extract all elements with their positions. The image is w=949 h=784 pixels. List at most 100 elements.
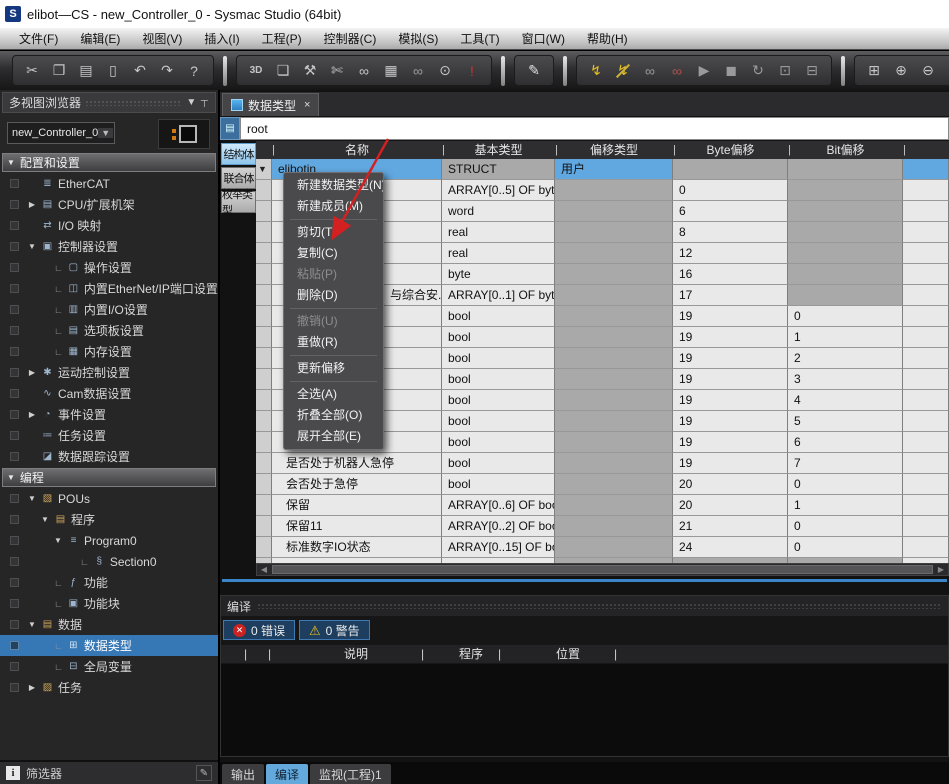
horizontal-scrollbar[interactable]: ◀ ▶ (256, 563, 949, 576)
sidebar-item[interactable]: ∟◫内置EtherNet/IP端口设置 (0, 278, 218, 299)
sidebar-item[interactable]: ∟ƒ功能 (0, 572, 218, 593)
zoom-100-icon[interactable]: ◉ (943, 59, 949, 83)
cell-offset-type[interactable] (555, 243, 673, 264)
sidebar-item[interactable]: ≔任务设置 (0, 425, 218, 446)
bottom-tab-输出[interactable]: 输出 (222, 764, 264, 784)
menu-item-3[interactable]: 插入(I) (193, 28, 250, 49)
row-expander-icon[interactable]: ▼ (256, 159, 272, 180)
cell-base-type[interactable]: word (442, 201, 555, 222)
cell-offset-type[interactable] (555, 348, 673, 369)
tree-item-checkbox[interactable] (10, 620, 19, 629)
tree-expander-icon[interactable]: ▼ (27, 620, 37, 629)
cell-bit-offset[interactable]: 1 (788, 495, 903, 516)
context-menu-item[interactable]: 剪切(T) (284, 222, 383, 243)
tree-item-checkbox[interactable] (10, 263, 19, 272)
3d-view-icon[interactable]: 3D (244, 59, 268, 83)
variable-manager-icon[interactable]: ✄ (325, 59, 349, 83)
context-menu-item[interactable]: 展开全部(E) (284, 426, 383, 447)
menu-item-0[interactable]: 文件(F) (8, 28, 69, 49)
cell-byte-offset[interactable]: 20 (673, 474, 788, 495)
tree-section-header[interactable]: ▼编程 (2, 468, 216, 487)
sidebar-item[interactable]: ≣EtherCAT (0, 173, 218, 194)
column-header-2[interactable]: 偏移类型 (555, 141, 673, 159)
cell-byte-offset[interactable]: 19 (673, 432, 788, 453)
tree-item-checkbox[interactable] (10, 683, 19, 692)
zoom-in-icon[interactable]: ⊕ (889, 59, 913, 83)
context-menu-item[interactable]: 更新偏移 (284, 358, 383, 379)
tree-item-checkbox[interactable] (10, 599, 19, 608)
menu-item-5[interactable]: 控制器(C) (313, 28, 388, 49)
filter-bar[interactable]: i 筛选器 ✎ (0, 760, 218, 784)
zoom-fit-icon[interactable]: ⊞ (862, 59, 886, 83)
context-menu-item[interactable]: 新建数据类型(N) (284, 175, 383, 196)
cell-offset-type[interactable] (555, 180, 673, 201)
scroll-left-icon[interactable]: ◀ (257, 564, 271, 575)
cell-base-type[interactable]: STRUCT (442, 159, 555, 180)
sidebar-item[interactable]: ▼▧POUs (0, 488, 218, 509)
cell-byte-offset[interactable]: 0 (673, 180, 788, 201)
cell-byte-offset[interactable]: 24 (673, 537, 788, 558)
cell-base-type[interactable]: bool (442, 327, 555, 348)
table-row[interactable]: 保留ARRAY[0..6] OF bool201 (256, 495, 949, 516)
sidebar-item[interactable]: ◪数据跟踪设置 (0, 446, 218, 467)
table-row[interactable]: 会否处于急停bool200 (256, 474, 949, 495)
cell-bit-offset[interactable]: 1 (788, 327, 903, 348)
cell-name[interactable]: 标准数字IO状态 (272, 537, 442, 558)
sync-icon[interactable]: ↻ (746, 59, 770, 83)
tree-item-checkbox[interactable] (10, 494, 19, 503)
bottom-tab-编译[interactable]: 编译 (266, 764, 308, 784)
root-list-icon[interactable]: ▤ (220, 117, 240, 140)
context-menu-item[interactable]: 折叠全部(O) (284, 405, 383, 426)
cell-offset-type[interactable] (555, 474, 673, 495)
project-shortcut-icon[interactable]: ❏ (271, 59, 295, 83)
cell-byte-offset[interactable] (673, 159, 788, 180)
cell-byte-offset[interactable]: 20 (673, 495, 788, 516)
cut-icon[interactable]: ✂ (20, 59, 44, 83)
undo-icon[interactable]: ↶ (128, 59, 152, 83)
cell-base-type[interactable]: ARRAY[0..5] OF byte (442, 180, 555, 201)
cell-bit-offset[interactable] (788, 201, 903, 222)
cell-offset-type[interactable] (555, 222, 673, 243)
cell-bit-offset[interactable]: 0 (788, 516, 903, 537)
sidebar-item[interactable]: ∟§Section0 (0, 551, 218, 572)
cell-byte-offset[interactable]: 8 (673, 222, 788, 243)
context-menu-item[interactable]: 删除(D) (284, 285, 383, 306)
tree-item-checkbox[interactable] (10, 284, 19, 293)
error-count-badge[interactable]: ✕ 0 错误 (223, 620, 295, 640)
sidebar-item[interactable]: ∟▦内存设置 (0, 341, 218, 362)
sidebar-item[interactable]: ∟⊞数据类型 (0, 635, 218, 656)
tree-item-checkbox[interactable] (10, 389, 19, 398)
cell-base-type[interactable]: real (442, 222, 555, 243)
copy-icon[interactable]: ❐ (47, 59, 71, 83)
root-field[interactable]: root (240, 117, 949, 140)
sidebar-item[interactable]: ∟▢操作设置 (0, 257, 218, 278)
cell-base-type[interactable]: ARRAY[0..6] OF bool (442, 495, 555, 516)
table-row[interactable]: 保留11ARRAY[0..2] OF bool210 (256, 516, 949, 537)
cell-base-type[interactable]: bool (442, 390, 555, 411)
cell-bit-offset[interactable]: 4 (788, 390, 903, 411)
cell-bit-offset[interactable]: 0 (788, 306, 903, 327)
tree-item-checkbox[interactable] (10, 200, 19, 209)
tree-expander-icon[interactable]: ▶ (27, 410, 37, 419)
tree-item-checkbox[interactable] (10, 578, 19, 587)
cell-bit-offset[interactable] (788, 264, 903, 285)
tree-item-checkbox[interactable] (10, 536, 19, 545)
tree-expander-icon[interactable]: ▼ (27, 494, 37, 503)
tree-item-checkbox[interactable] (10, 242, 19, 251)
tree-item-checkbox[interactable] (10, 179, 19, 188)
sidebar-item[interactable]: ∟▥内置I/O设置 (0, 299, 218, 320)
redo-icon[interactable]: ↷ (155, 59, 179, 83)
tree-expander-icon[interactable]: ▼ (53, 536, 63, 545)
cell-offset-type[interactable] (555, 411, 673, 432)
cell-bit-offset[interactable]: 2 (788, 348, 903, 369)
tree-expander-icon[interactable]: ▼ (40, 515, 50, 524)
chevron-down-icon[interactable]: ▼ (186, 97, 196, 108)
cell-offset-type[interactable] (555, 327, 673, 348)
scroll-right-icon[interactable]: ▶ (934, 564, 948, 575)
io-map-icon[interactable]: ▦ (379, 59, 403, 83)
sidebar-item[interactable]: ∟▤选项板设置 (0, 320, 218, 341)
table-row[interactable]: 标准数字IO状态ARRAY[0..15] OF bool240 (256, 537, 949, 558)
transfer-from-controller-icon[interactable]: ⊟ (800, 59, 824, 83)
cell-name[interactable]: 是否处于机器人急停 (272, 453, 442, 474)
tree-expander-icon[interactable]: ▼ (27, 242, 37, 251)
